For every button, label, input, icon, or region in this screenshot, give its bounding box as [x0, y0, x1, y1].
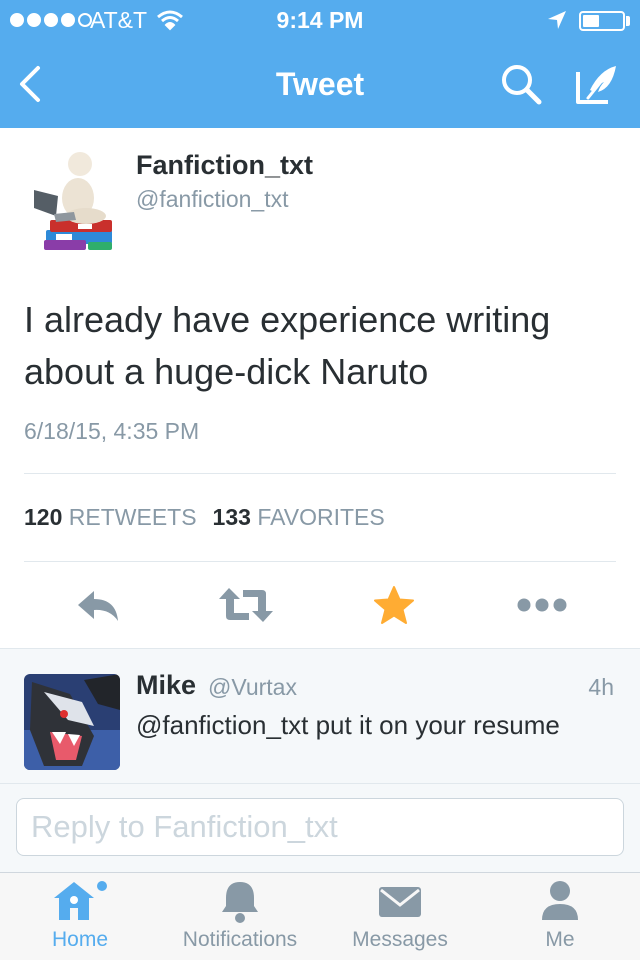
tweet-stats: 120 RETWEETS 133 FAVORITES	[24, 504, 385, 531]
tweet-text: I already have experience writing about …	[24, 299, 551, 392]
tweet-author-handle[interactable]: @fanfiction_txt	[136, 186, 288, 213]
reply-input[interactable]	[16, 798, 624, 856]
status-bar: AT&T 9:14 PM	[0, 0, 640, 40]
retweet-icon	[219, 588, 273, 622]
retweets-count[interactable]: 120	[24, 504, 62, 530]
home-icon	[54, 881, 107, 920]
person-icon	[542, 881, 578, 920]
top-bar: AT&T 9:14 PM Tweet	[0, 0, 640, 128]
reply-author-name[interactable]: Mike	[136, 670, 196, 701]
tab-label: Notifications	[182, 928, 298, 951]
reply-arrow-icon	[78, 591, 118, 621]
reply-text: @fanfiction_txt put it on your resume	[136, 710, 560, 740]
tab-notifications[interactable]: Notifications	[170, 874, 310, 960]
tab-label: Messages	[352, 928, 448, 951]
tweet-timestamp: 6/18/15, 4:35 PM	[24, 418, 200, 444]
tweet-author-name[interactable]: Fanfiction_txt	[136, 150, 313, 181]
tweet-author-avatar[interactable]	[26, 150, 120, 254]
reply-author-handle[interactable]: @Vurtax	[208, 674, 297, 701]
star-icon	[374, 586, 414, 624]
reply-author-avatar[interactable]	[24, 674, 120, 770]
divider	[24, 473, 616, 474]
bell-icon	[222, 882, 258, 923]
favorites-label[interactable]: FAVORITES	[257, 504, 384, 530]
search-icon	[502, 65, 542, 105]
battery-icon	[579, 11, 625, 31]
more-dots-icon	[517, 598, 567, 612]
tab-label: Me	[545, 928, 575, 951]
retweet-button[interactable]	[216, 580, 276, 630]
status-time: 9:14 PM	[276, 7, 364, 33]
retweets-label[interactable]: RETWEETS	[69, 504, 197, 530]
tab-label: Home	[51, 928, 109, 951]
search-button[interactable]	[496, 60, 548, 110]
reply-button[interactable]	[68, 580, 128, 630]
favorites-count[interactable]: 133	[213, 504, 251, 530]
favorite-button[interactable]	[364, 580, 424, 630]
more-button[interactable]	[512, 580, 572, 630]
tab-messages[interactable]: Messages	[342, 874, 458, 960]
reply-timestamp: 4h	[588, 674, 614, 700]
location-arrow-icon	[548, 11, 566, 29]
compose-button[interactable]	[570, 60, 626, 110]
divider	[24, 561, 616, 562]
tab-me[interactable]: Me	[526, 874, 594, 960]
envelope-icon	[379, 887, 421, 917]
compose-feather-icon	[576, 66, 616, 104]
tab-home[interactable]: Home	[38, 874, 122, 960]
